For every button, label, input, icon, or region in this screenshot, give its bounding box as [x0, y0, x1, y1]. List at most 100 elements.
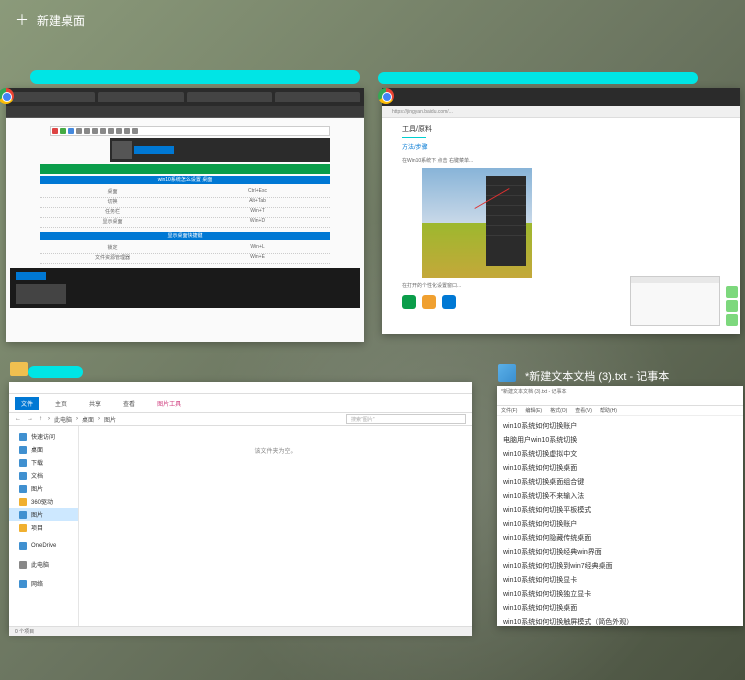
- page-content: 工具/原料 方法/步骤 在Win10系统下 点击 右键菜单... 在打开的个性化…: [382, 118, 740, 334]
- notepad-icon: [498, 364, 516, 382]
- text-line: win10系统如何切换桌面: [503, 602, 737, 616]
- share-icon[interactable]: [402, 295, 416, 309]
- task-view-window-2[interactable]: https://jingyan.baidu.com/... 工具/原料 方法/步…: [382, 88, 740, 334]
- green-banner: [40, 164, 330, 174]
- ribbon-tab-file[interactable]: 文件: [15, 397, 39, 410]
- browser-tab-bar: [6, 88, 364, 106]
- sidebar-item-pictures[interactable]: 图片: [9, 482, 78, 495]
- browser-tab[interactable]: [275, 92, 360, 102]
- step-screenshot: [422, 168, 532, 278]
- share-icon[interactable]: [422, 295, 436, 309]
- redaction-overlay: [378, 72, 698, 84]
- text-line: win10系统切换桌面组合键: [503, 476, 737, 490]
- new-desktop-button[interactable]: ＋ 新建桌面: [15, 10, 85, 30]
- sidebar-item-pictures-2[interactable]: 图片: [9, 508, 78, 521]
- empty-folder-text: 该文件夹为空。: [254, 446, 296, 455]
- text-line: win10系统如何切换显卡: [503, 574, 737, 588]
- text-area[interactable]: win10系统如何切换账户 电脑用户win10系统切换 win10系统切换虚拟中…: [497, 416, 743, 626]
- new-desktop-label: 新建桌面: [37, 12, 85, 29]
- text-line: win10系统如何切换平板模式: [503, 504, 737, 518]
- ribbon-tab-home[interactable]: 主页: [49, 397, 73, 410]
- nav-forward-icon[interactable]: →: [27, 416, 33, 422]
- status-bar: 0 个项目: [9, 626, 472, 636]
- article-subtitle: 显示桌面快捷键: [40, 232, 330, 240]
- sidebar-item-onedrive[interactable]: OneDrive: [9, 540, 78, 552]
- browser-tab[interactable]: [187, 92, 272, 102]
- ribbon-tab-view[interactable]: 查看: [117, 397, 141, 410]
- text-line: win10系统如何切换独立显卡: [503, 588, 737, 602]
- text-line: win10系统如何切换触屏模式（简色外观）: [503, 616, 737, 630]
- window-title: *新建文本文档 (3).txt - 记事本: [525, 368, 669, 384]
- ribbon: 文件 主页 共享 查看 图片工具: [9, 394, 472, 412]
- menubar: 文件(F) 编辑(E) 格式(O) 查看(V) 帮助(H): [497, 406, 743, 416]
- float-button[interactable]: [726, 286, 738, 298]
- browser-tab[interactable]: [10, 92, 95, 102]
- ribbon-tab-share[interactable]: 共享: [83, 397, 107, 410]
- page-content: win10系统怎么设置 桌面 桌面Ctrl+Esc 切换Alt+Tab 任务栏W…: [6, 118, 364, 342]
- editor-toolbar: [50, 126, 330, 136]
- titlebar: *新建文本文档 (3).txt - 记事本: [497, 386, 743, 406]
- search-input[interactable]: 搜索"图片": [346, 414, 466, 424]
- section-subtitle: 方法/步骤: [402, 142, 720, 151]
- float-button[interactable]: [726, 314, 738, 326]
- task-view-window-3[interactable]: 文件 主页 共享 查看 图片工具 ← → ↑ ›此电脑 ›桌面 ›图片 搜索"图…: [9, 382, 472, 632]
- titlebar: [9, 382, 472, 394]
- redaction-overlay: [30, 70, 360, 84]
- selection-popup: [110, 138, 330, 162]
- text-line: win10系统切换虚拟中文: [503, 448, 737, 462]
- article-title: win10系统怎么设置 桌面: [40, 176, 330, 184]
- browser-tab[interactable]: [98, 92, 183, 102]
- menu-file[interactable]: 文件(F): [501, 407, 517, 414]
- menu-format[interactable]: 格式(O): [550, 407, 567, 414]
- sidebar-item-items[interactable]: 项目: [9, 521, 78, 534]
- menu-help[interactable]: 帮助(H): [600, 407, 617, 414]
- breadcrumb[interactable]: ›此电脑 ›桌面 ›图片: [48, 415, 340, 424]
- mini-window-illustration: [630, 276, 720, 326]
- sidebar: 快速访问 桌面 下载 文档 图片 360驱动 图片 项目 OneDrive 此电…: [9, 426, 79, 626]
- text-line: win10系统如何切换账户: [503, 518, 737, 532]
- sidebar-item-network[interactable]: 网络: [9, 577, 78, 590]
- sidebar-item-thispc[interactable]: 此电脑: [9, 558, 78, 571]
- task-view-window-4[interactable]: *新建文本文档 (3).txt - 记事本 *新建文本文档 (3).txt - …: [497, 386, 743, 626]
- share-icon[interactable]: [442, 295, 456, 309]
- address-bar[interactable]: https://jingyan.baidu.com/...: [382, 106, 740, 118]
- table-row: 桌面Ctrl+Esc: [40, 188, 330, 198]
- sidebar-item-downloads[interactable]: 下载: [9, 456, 78, 469]
- table-row: 任务栏Win+T: [40, 208, 330, 218]
- redaction-overlay: [28, 366, 83, 378]
- text-line: win10系统如何切换经典win界面: [503, 546, 737, 560]
- menu-edit[interactable]: 编辑(E): [525, 407, 542, 414]
- text-line: win10系统如何切换账户: [503, 420, 737, 434]
- text-line: 电脑用户win10系统切换: [503, 434, 737, 448]
- text-line: win10系统如何隐藏传统桌面: [503, 532, 737, 546]
- section-title: 工具/原料: [402, 124, 720, 134]
- folder-icon: [10, 362, 28, 376]
- address-bar[interactable]: [6, 106, 364, 118]
- table-row: 切换Alt+Tab: [40, 198, 330, 208]
- sidebar-item-quickaccess[interactable]: 快速访问: [9, 430, 78, 443]
- sidebar-item-videos[interactable]: 360驱动: [9, 495, 78, 508]
- shortcut-table: 锁定Win+L 文件资源管理器Win+E: [40, 244, 330, 264]
- table-row: 显示桌面Win+D: [40, 218, 330, 228]
- sidebar-item-documents[interactable]: 文档: [9, 469, 78, 482]
- float-button[interactable]: [726, 300, 738, 312]
- shortcut-table: 桌面Ctrl+Esc 切换Alt+Tab 任务栏Win+T 显示桌面Win+D: [40, 188, 330, 228]
- browser-tab-bar: [382, 88, 740, 106]
- text-line: win10系统如何切换桌面: [503, 462, 737, 476]
- badge: [16, 272, 46, 280]
- ribbon-tab-imagetools[interactable]: 图片工具: [151, 397, 187, 410]
- media-strip: [10, 268, 360, 308]
- file-pane[interactable]: 该文件夹为空。: [79, 426, 472, 626]
- table-row: 锁定Win+L: [40, 244, 330, 254]
- chrome-icon: [378, 88, 394, 104]
- plus-icon: ＋: [15, 10, 29, 30]
- task-view-window-1[interactable]: win10系统怎么设置 桌面 桌面Ctrl+Esc 切换Alt+Tab 任务栏W…: [6, 88, 364, 342]
- video-thumbnail[interactable]: [16, 284, 66, 304]
- nav-up-icon[interactable]: ↑: [39, 416, 42, 422]
- nav-back-icon[interactable]: ←: [15, 416, 21, 422]
- sidebar-item-desktop[interactable]: 桌面: [9, 443, 78, 456]
- address-bar: ← → ↑ ›此电脑 ›桌面 ›图片 搜索"图片": [9, 412, 472, 426]
- text-line: win10系统如何切换到win7经典桌面: [503, 560, 737, 574]
- menu-view[interactable]: 查看(V): [575, 407, 592, 414]
- step-text: 在Win10系统下 点击 右键菜单...: [402, 157, 720, 164]
